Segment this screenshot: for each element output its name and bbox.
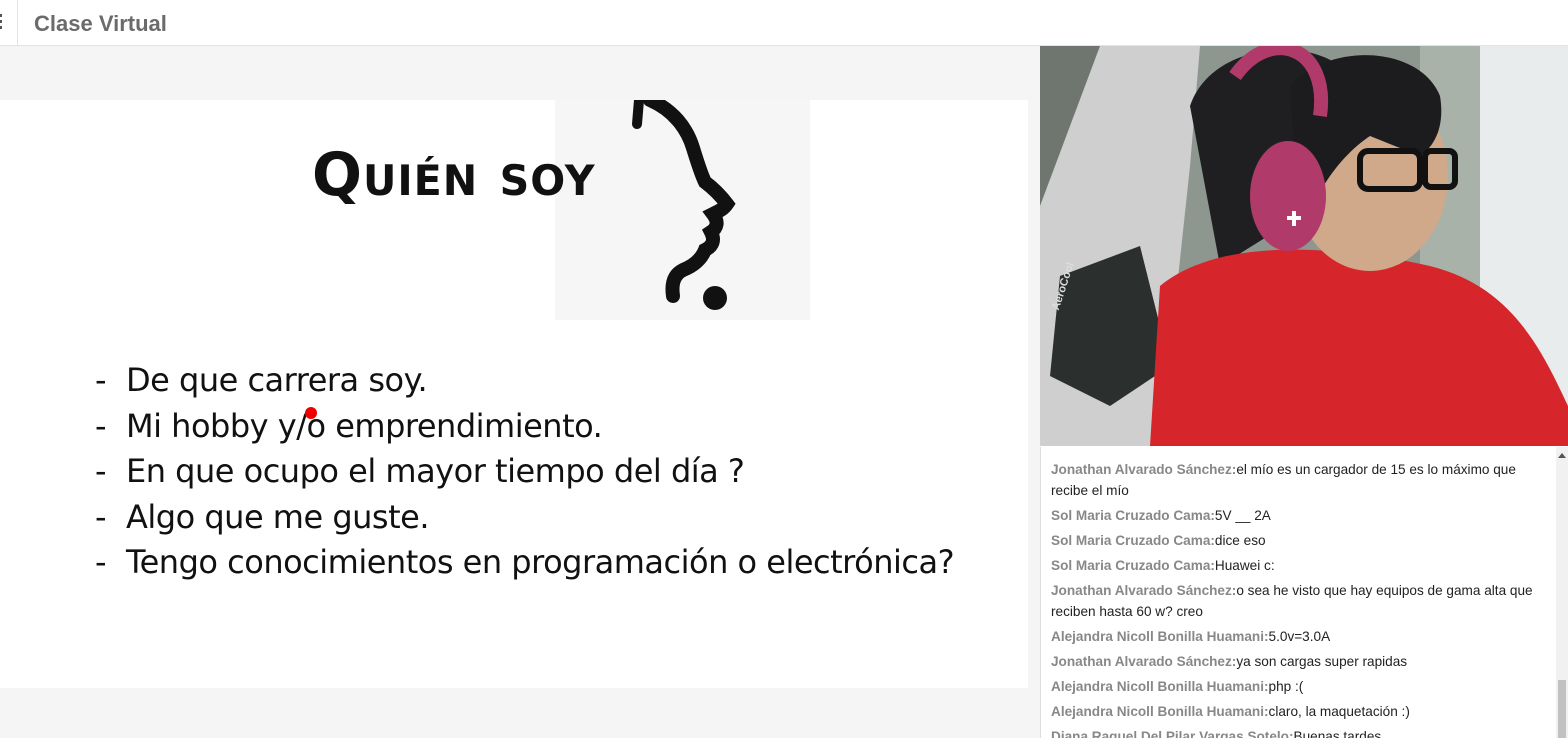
top-bar: Clase Virtual: [0, 0, 1568, 46]
chat-message: Jonathan Alvarado Sánchez:el mío es un c…: [1051, 462, 1516, 498]
scrollbar-thumb[interactable]: [1558, 680, 1566, 738]
laser-pointer: [305, 407, 317, 419]
chat-scrollbar[interactable]: [1556, 447, 1568, 738]
slide-bullet: - En que ocupo el mayor tiempo del día ?: [95, 452, 745, 491]
chat-message: Sol Maria Cruzado Cama:5V __ 2A: [1051, 508, 1271, 523]
chat-message-list: Jonathan Alvarado Sánchez:el mío es un c…: [1051, 459, 1536, 738]
chat-message: Alejandra Nicoll Bonilla Huamani:php :(: [1051, 679, 1304, 694]
presenter-video-frame: [1040, 46, 1568, 446]
chat-panel[interactable]: Jonathan Alvarado Sánchez:el mío es un c…: [1040, 447, 1568, 738]
chat-message: Sol Maria Cruzado Cama:dice eso: [1051, 533, 1266, 548]
slide-title: Quién soy: [312, 140, 596, 210]
chat-message: Jonathan Alvarado Sánchez:o sea he visto…: [1051, 583, 1533, 619]
slide-bullet: - Algo que me guste.: [95, 497, 430, 536]
page-title: Clase Virtual: [34, 11, 167, 36]
chat-message: Sol Maria Cruzado Cama:Huawei c:: [1051, 558, 1275, 573]
slide-bullet: - Mi hobby y/o emprendimiento.: [95, 406, 603, 445]
header-divider: [17, 0, 18, 46]
slide-bullet: - Tengo conocimientos en programación o e…: [95, 543, 955, 582]
chat-message: Alejandra Nicoll Bonilla Huamani:claro, …: [1051, 704, 1410, 719]
menu-icon[interactable]: [0, 14, 16, 32]
scroll-up-icon[interactable]: [1558, 453, 1566, 458]
slide-bullet: - De que carrera soy.: [95, 361, 428, 399]
question-face-silhouette: [555, 100, 810, 320]
presentation-area: Quién soy - De que carrera soy. - Mi hobby…: [0, 46, 1040, 738]
chat-message: Jonathan Alvarado Sánchez:ya son cargas …: [1051, 654, 1408, 669]
slide: Quién soy - De que carrera soy. - Mi hobby…: [0, 100, 1028, 688]
webcam-video: AeroCool: [1040, 46, 1568, 446]
chat-message: Diana Raquel Del Pilar Vargas Sotelo:Bue…: [1051, 729, 1382, 738]
chat-message: Alejandra Nicoll Bonilla Huamani:5.0v=3.…: [1051, 629, 1331, 644]
slide-bullet-list: - De que carrera soy. - Mi hobby y/o empre…: [95, 358, 955, 586]
